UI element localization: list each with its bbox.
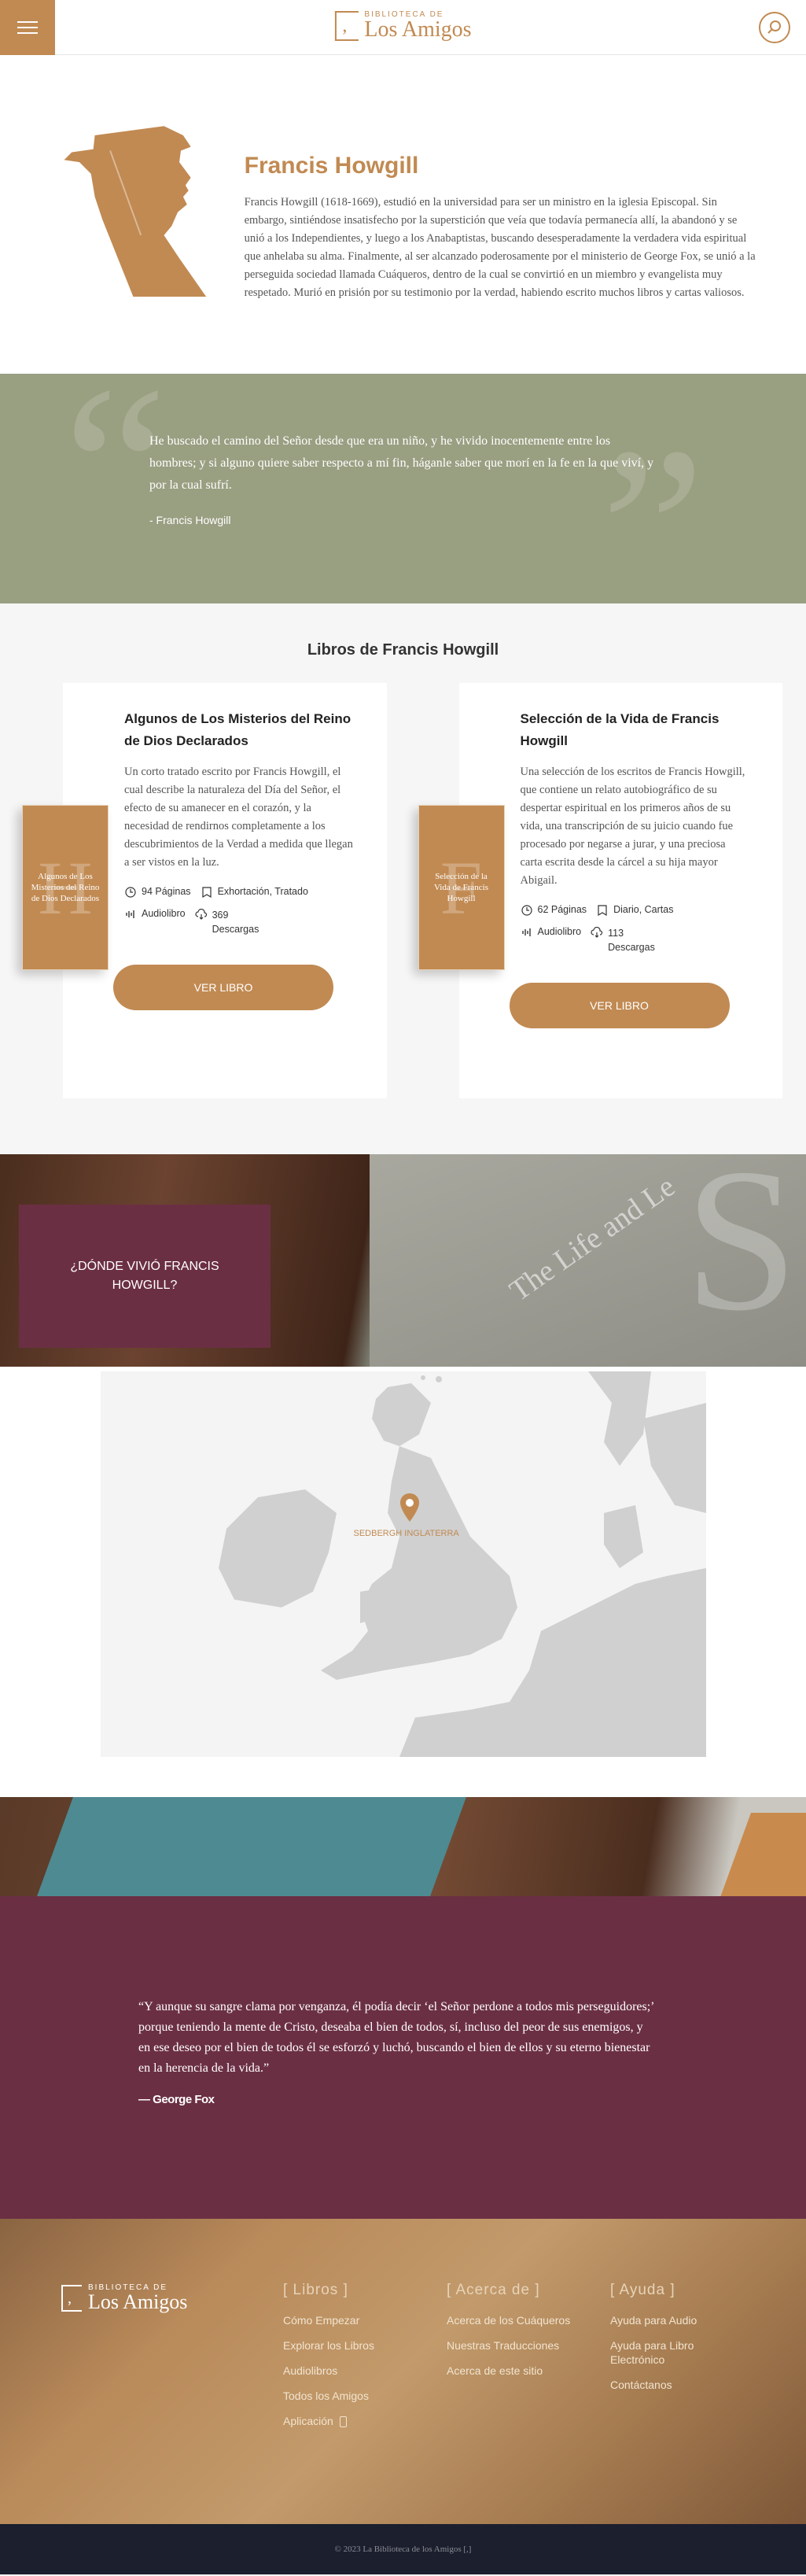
audio-wave-icon [124,908,137,921]
book-cover-title: Algunos de Los Misterios del Reino de Di… [31,872,100,903]
map-pin-icon[interactable] [399,1493,420,1522]
logo-mark-icon [61,2285,82,2312]
phone-icon [339,2416,347,2428]
search-button[interactable] [759,12,790,43]
footer-link[interactable]: Nuestras Traducciones [447,2338,577,2353]
banner-book-spine: The Life and Le [503,1169,682,1308]
book-audio[interactable]: Audiolibro [142,908,186,919]
copper-book-image [719,1813,806,1896]
author-quote-section: “ ” He buscado el camino del Señor desde… [0,374,806,603]
menu-button[interactable] [0,0,55,55]
audio-wave-icon [521,926,533,939]
book-genre: Exhortación, Tratado [217,886,308,897]
books-section-title: Libros de Francis Howgill [307,641,499,659]
decorative-banner [0,1797,806,1896]
banner-book-letter: S [684,1154,798,1353]
site-header: BIBLIOTECA DE Los Amigos [0,0,806,55]
footer-link[interactable]: Ayuda para Audio [610,2313,741,2327]
banner-book-image: S The Life and Le [370,1154,806,1367]
books-section: Libros de Francis Howgill H Algunos de L… [0,603,806,1154]
footer-column-acerca: [ Acerca de ] Acerca de los Cuáqueros Nu… [447,2282,577,2524]
footer-link[interactable]: Acerca de este sitio [447,2364,577,2378]
bookmark-icon [596,904,609,917]
book-cover[interactable]: H Algunos de Los Misterios del Reino de … [22,805,109,970]
author-quote-attribution: - Francis Howgill [149,514,231,526]
book-card: H Algunos de Los Misterios del Reino de … [22,683,387,1098]
footer-column-libros: [ Libros ] Cómo Empezar Explorar los Lib… [283,2282,414,2524]
view-book-button[interactable]: VER LIBRO [509,983,730,1028]
location-heading: ¿DÓNDE VIVIÓ FRANCIS HOWGILL? [70,1260,219,1292]
book-cover[interactable]: F Selección de la Vida de Francis Howgil… [418,805,505,970]
clock-icon [521,904,533,917]
view-book-button[interactable]: VER LIBRO [113,965,333,1010]
hamburger-icon [17,32,38,34]
book-pages: 62 Páginas [537,904,587,915]
book-genre: Diario, Cartas [613,904,674,915]
footer-link[interactable]: Audiolibros [283,2364,414,2378]
map-land [100,1371,706,1757]
book-title[interactable]: Selección de la Vida de Francis Howgill [521,708,750,752]
footer-column-title: [ Libros ] [283,2282,348,2298]
author-bio: Francis Howgill (1618-1669), estudió en … [244,196,756,299]
footer-link-app[interactable]: Aplicación [283,2414,414,2428]
book-cover-title: Selección de la Vida de Francis Howgill [434,872,488,903]
bookmark-icon [201,886,213,899]
book-pages: 94 Páginas [142,886,191,897]
hamburger-icon [17,21,38,23]
fox-quote-text: “Y aunque su sangre clama por venganza, … [138,2000,654,2075]
cloud-download-icon [195,908,208,921]
footer-column-title: [ Acerca de ] [447,2282,540,2298]
map-location-label: SEDBERGH INGLATERRA [353,1529,459,1538]
footer-column-title: [ Ayuda ] [610,2282,675,2298]
book-description: Una selección de los escritos de Francis… [520,766,745,887]
book-description: Un corto tratado escrito por Francis How… [124,766,353,869]
logo-mark-icon [334,11,359,41]
footer-link[interactable]: Todos los Amigos [283,2389,414,2403]
location-banner: S The Life and Le ¿DÓNDE VIVIÓ FRANCIS H… [0,1154,806,1367]
author-name: Francis Howgill [244,153,419,179]
teal-book-image [37,1797,466,1896]
book-downloads: 113 Descargas [608,928,655,953]
location-map[interactable]: SEDBERGH INGLATERRA [100,1371,706,1757]
site-logo[interactable]: BIBLIOTECA DE Los Amigos [334,11,472,42]
copyright-bar: © 2023 La Biblioteca de los Amigos [,] [0,2524,806,2574]
clock-icon [124,886,137,899]
footer-logo[interactable]: BIBLIOTECA DE Los Amigos [61,2282,283,2315]
book-downloads: 369 Descargas [212,910,259,935]
logo-big-text: Los Amigos [364,17,472,42]
footer-link[interactable]: Acerca de los Cuáqueros [447,2313,577,2327]
author-silhouette-icon [64,126,207,297]
book-audio[interactable]: Audiolibro [538,926,582,937]
footer-link[interactable]: Contáctanos [610,2378,741,2392]
book-title[interactable]: Algunos de Los Misterios del Reino de Di… [124,708,354,752]
location-heading-box: ¿DÓNDE VIVIÓ FRANCIS HOWGILL? [19,1205,271,1348]
map-section: SEDBERGH INGLATERRA [0,1367,806,1797]
author-quote-text: He buscado el camino del Señor desde que… [149,434,654,492]
fox-quote-attribution: — George Fox [138,2093,215,2106]
search-icon [767,20,781,34]
footer-logo-big: Los Amigos [88,2290,188,2313]
book-card: F Selección de la Vida de Francis Howgil… [418,683,782,1098]
author-section: Francis Howgill Francis Howgill (1618-16… [0,55,806,374]
footer-link[interactable]: Ayuda para Libro Electrónico [610,2338,741,2367]
footer-column-ayuda: [ Ayuda ] Ayuda para Audio Ayuda para Li… [610,2282,741,2524]
site-footer: BIBLIOTECA DE Los Amigos [ Libros ] Cómo… [0,2219,806,2524]
hamburger-icon [17,27,38,28]
fox-quote-section: “Y aunque su sangre clama por venganza, … [0,1896,806,2219]
footer-link[interactable]: Cómo Empezar [283,2313,414,2327]
copyright-text: © 2023 La Biblioteca de los Amigos [,] [334,2545,472,2554]
cloud-download-icon [591,926,603,939]
footer-link[interactable]: Explorar los Libros [283,2338,414,2353]
footer-link-label: Aplicación [283,2415,333,2427]
